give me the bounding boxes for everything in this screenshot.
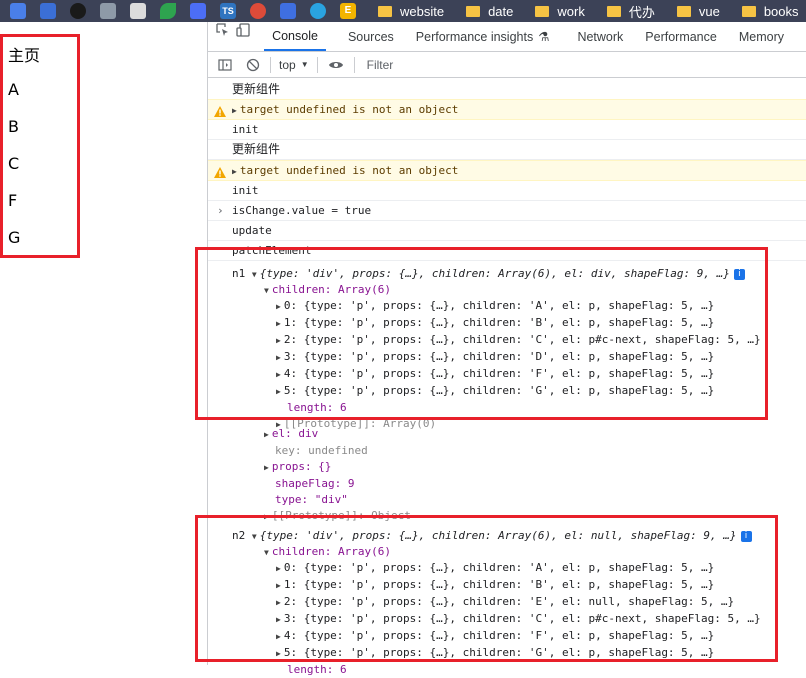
leaf-icon[interactable]	[160, 3, 176, 19]
devtools-tabbar: Console Sources Performance insights ⚗ Ne…	[208, 22, 806, 52]
sidebar-toggle-icon[interactable]	[218, 58, 232, 72]
context-label: top	[279, 57, 296, 72]
warning-text: target undefined is not an object	[239, 103, 459, 116]
context-select[interactable]: top ▼	[279, 58, 309, 72]
github-icon[interactable]	[70, 3, 86, 19]
folder-icon	[741, 5, 756, 17]
dropdown-arrow-icon: ▼	[300, 60, 309, 69]
bookmark-folder-label: website	[400, 3, 445, 19]
warning-text: target undefined is not an object	[239, 164, 459, 177]
ts-icon[interactable]: TS	[220, 3, 236, 19]
check-icon[interactable]	[280, 3, 296, 19]
folder-icon	[378, 5, 392, 17]
highlight-box-n2	[195, 515, 778, 662]
log-warning[interactable]: ▶ target undefined is not an object	[208, 160, 806, 181]
toolbar-divider	[270, 56, 271, 73]
tree-key: key: undefined	[275, 444, 368, 457]
live-expression-eye-icon[interactable]	[328, 59, 344, 71]
log-warning[interactable]: ▶ target undefined is not an object	[208, 99, 806, 120]
expand-arrow-icon[interactable]: ▶	[264, 430, 269, 439]
bookmarks-bar: TS E website date work 代办 vue books	[0, 0, 806, 22]
box-icon[interactable]	[190, 3, 206, 19]
console-toolbar: top ▼ Filter	[208, 52, 806, 78]
tree-type: type: "div"	[264, 492, 411, 508]
expand-arrow-icon[interactable]: ▶	[232, 167, 237, 176]
tree-shapeflag: shapeFlag: 9	[264, 476, 411, 492]
page-item-f: F	[8, 191, 18, 210]
expand-arrow-icon[interactable]: ▶	[264, 463, 269, 472]
bookmark-folder-vue[interactable]: vue	[676, 3, 720, 19]
folder-icon	[606, 5, 621, 17]
tree-props[interactable]: ▶ props: {}	[264, 459, 411, 476]
log-update: update	[208, 221, 806, 241]
doc-icon[interactable]	[100, 3, 116, 19]
tree-key: el: div	[271, 427, 319, 440]
expand-arrow-icon[interactable]: ▶	[232, 106, 237, 115]
rendered-page: 主页 A B C F G	[0, 22, 207, 665]
page-icon[interactable]	[130, 3, 146, 19]
log-command: › isChange.value = true	[208, 201, 806, 221]
page-item-b: B	[8, 117, 19, 136]
translate-icon[interactable]	[10, 3, 26, 19]
inspect-element-icon[interactable]	[216, 22, 230, 38]
bookmark-folder-books[interactable]: books	[741, 3, 799, 19]
device-toolbar-icon[interactable]	[236, 22, 250, 38]
toolbar-divider	[353, 56, 355, 73]
bookmark-folder-date[interactable]: date	[466, 4, 513, 19]
tree-key: props: {}	[271, 460, 332, 473]
page-title: 主页	[8, 46, 41, 65]
tab-network[interactable]: Network	[577, 22, 623, 51]
page-item-c: C	[8, 154, 20, 173]
log-update-component: 更新组件	[208, 140, 806, 160]
tab-performance-insights[interactable]: Performance insights ⚗	[416, 22, 550, 51]
bookmark-folder-label: 代办	[628, 4, 655, 20]
clear-console-icon[interactable]	[246, 58, 260, 72]
tree-key-row: key: undefined	[264, 443, 411, 459]
telegram-icon[interactable]	[310, 3, 326, 19]
highlight-box-page	[0, 34, 80, 258]
folder-icon	[466, 5, 481, 17]
tab-sources[interactable]: Sources	[348, 22, 394, 51]
tab-performance[interactable]: Performance	[645, 22, 717, 51]
bookmark-folder-label: books	[763, 3, 799, 19]
chrome-icon[interactable]	[250, 3, 266, 19]
highlight-box-n1	[195, 247, 768, 420]
bookmark-folder-website[interactable]: website	[378, 4, 444, 19]
log-update-component: 更新组件	[208, 80, 806, 100]
tree-key: type: "div"	[275, 493, 348, 506]
shield-icon[interactable]	[40, 3, 56, 19]
tree-key: shapeFlag: 9	[275, 477, 355, 490]
folder-icon	[676, 5, 691, 17]
command-text: isChange.value = true	[232, 204, 372, 217]
flask-icon: ⚗	[538, 30, 550, 44]
filter-input[interactable]: Filter	[367, 58, 394, 72]
folder-icon	[535, 5, 550, 17]
tree-el[interactable]: ▶ el: div	[264, 426, 411, 443]
page-item-g: G	[8, 228, 21, 247]
log-init: init	[208, 120, 806, 140]
tab-console[interactable]: Console	[264, 22, 326, 51]
bookmark-folder-label: vue	[698, 3, 720, 19]
object-tree-n1-props: ▶ el: div key: undefined ▶ props: {} shape…	[264, 426, 411, 525]
prompt-chevron-icon: ›	[217, 204, 224, 217]
toolbar-divider	[316, 56, 318, 73]
e-icon[interactable]: E	[340, 3, 356, 19]
log-init: init	[208, 181, 806, 201]
tab-label: Performance insights	[415, 29, 534, 44]
tab-memory[interactable]: Memory	[739, 22, 784, 51]
bookmark-folder-label: date	[488, 3, 514, 19]
bookmark-folder-work[interactable]: work	[535, 3, 585, 19]
page-item-a: A	[8, 80, 19, 99]
bookmark-folder-todo[interactable]: 代办	[606, 2, 655, 21]
bookmark-folder-label: work	[557, 3, 585, 19]
tree-length: length: 6	[276, 662, 761, 678]
